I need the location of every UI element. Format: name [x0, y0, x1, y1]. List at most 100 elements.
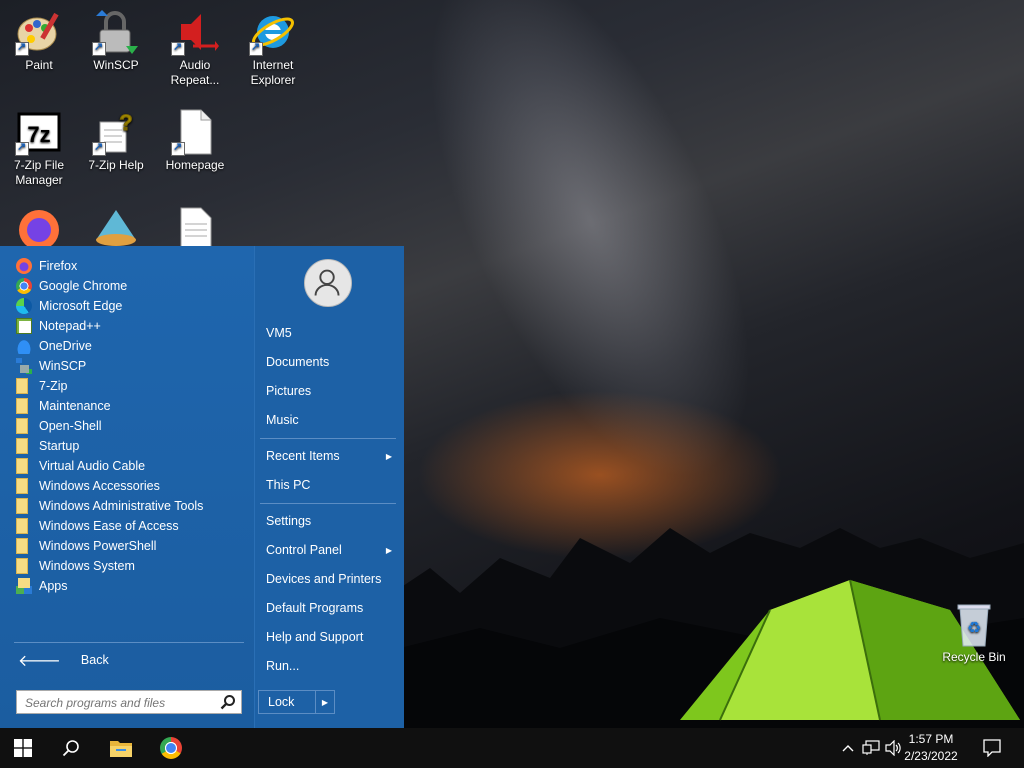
program-folder-windows-powershell[interactable]: Windows PowerShell: [16, 536, 246, 556]
places-separator-1: [260, 438, 396, 439]
program-folder-windows-system[interactable]: Windows System: [16, 556, 246, 576]
program-folder-windows-administrative-tools[interactable]: Windows Administrative Tools: [16, 496, 246, 516]
shortcut-arrow-icon: [92, 40, 106, 56]
desktop-icon-audio-repeater[interactable]: Audio Repeat...: [157, 8, 233, 88]
user-avatar[interactable]: [304, 259, 352, 307]
desktop-icon-homepage[interactable]: Homepage: [157, 108, 233, 173]
notepadpp-icon: [16, 318, 32, 334]
programs-separator: [14, 642, 244, 643]
clock-date: 2/23/2022: [904, 749, 958, 763]
show-hidden-icons-button[interactable]: [838, 738, 858, 758]
user-icon: [314, 269, 340, 296]
chrome-icon: [160, 737, 182, 759]
firefox-icon: [16, 258, 32, 274]
network-status-button[interactable]: [861, 738, 881, 758]
menu-item-pictures[interactable]: Pictures: [266, 381, 396, 401]
menu-item-run[interactable]: Run...: [266, 656, 396, 676]
action-center-button[interactable]: [981, 738, 1003, 758]
program-onedrive[interactable]: OneDrive: [16, 336, 246, 356]
program-winscp[interactable]: WinSCP: [16, 356, 246, 376]
program-google-chrome[interactable]: Google Chrome: [16, 276, 246, 296]
search-box[interactable]: [16, 690, 242, 714]
windows-logo-icon: [14, 739, 32, 757]
desktop-icon-7zip[interactable]: 7z 7-Zip File Manager: [1, 108, 77, 188]
folder-icon: [16, 518, 28, 534]
chevron-right-icon: ▶: [321, 697, 329, 707]
search-icon: [62, 740, 79, 757]
shutdown-options-button[interactable]: ▶: [315, 690, 335, 714]
shortcut-arrow-icon: [171, 40, 185, 56]
shortcut-arrow-icon: [171, 140, 185, 156]
svg-text:7z: 7z: [27, 122, 50, 147]
svg-text:?: ?: [119, 110, 132, 135]
notification-icon: [983, 739, 1001, 757]
taskbar-google-chrome[interactable]: [148, 728, 194, 768]
svg-text:♻: ♻: [967, 618, 981, 637]
program-folder-windows-accessories[interactable]: Windows Accessories: [16, 476, 246, 496]
taskbar-clock[interactable]: 1:57 PM 2/23/2022: [896, 731, 966, 765]
menu-item-settings[interactable]: Settings: [266, 511, 396, 531]
folder-icon: [16, 418, 28, 434]
menu-item-default-programs[interactable]: Default Programs: [266, 598, 396, 618]
folder-icon: [16, 378, 28, 394]
lock-button[interactable]: Lock: [258, 690, 316, 714]
menu-item-devices-and-printers[interactable]: Devices and Printers: [266, 569, 396, 589]
folder-icon: [16, 478, 28, 494]
start-button[interactable]: [0, 728, 46, 768]
shortcut-arrow-icon: [249, 40, 263, 56]
menu-item-help-and-support[interactable]: Help and Support: [266, 627, 396, 647]
shortcut-arrow-icon: [15, 140, 29, 156]
clock-time: 1:57 PM: [908, 732, 954, 746]
folder-icon: [16, 438, 28, 454]
menu-item-documents[interactable]: Documents: [266, 352, 396, 372]
program-folder-windows-ease-of-access[interactable]: Windows Ease of Access: [16, 516, 246, 536]
onedrive-icon: [16, 338, 32, 354]
search-input[interactable]: [23, 693, 217, 713]
menu-item-this-pc[interactable]: This PC: [266, 475, 396, 495]
taskbar-search-button[interactable]: [48, 728, 94, 768]
program-firefox[interactable]: Firefox: [16, 256, 246, 276]
program-notepadpp[interactable]: Notepad++: [16, 316, 246, 336]
back-button[interactable]: 🡐 Back: [18, 650, 109, 670]
taskbar: 1:57 PM 2/23/2022: [0, 728, 1024, 768]
desktop-icon-recycle-bin[interactable]: ♻ Recycle Bin: [936, 600, 1012, 665]
edge-icon: [16, 298, 32, 314]
desktop-icon-winscp[interactable]: WinSCP: [78, 8, 154, 73]
firefox-icon: [19, 210, 59, 250]
program-folder-7zip[interactable]: 7-Zip: [16, 376, 246, 396]
folder-icon: [16, 558, 28, 574]
submenu-arrow-icon: ▶: [385, 451, 392, 461]
submenu-arrow-icon: ▶: [385, 545, 392, 555]
milky-way: [362, 0, 818, 525]
desktop-icon-internet-explorer[interactable]: Internet Explorer: [235, 8, 311, 88]
file-explorer-icon: [110, 741, 132, 757]
folder-icon: [16, 498, 28, 514]
desktop-icon-paint[interactable]: Paint: [1, 8, 77, 73]
program-folder-startup[interactable]: Startup: [16, 436, 246, 456]
menu-item-vm5[interactable]: VM5: [266, 323, 396, 343]
recycle-bin-icon: ♻: [957, 604, 991, 647]
search-icon: [220, 695, 235, 710]
program-apps[interactable]: Apps: [16, 576, 246, 596]
menu-item-control-panel[interactable]: Control Panel ▶: [266, 540, 396, 560]
shortcut-arrow-icon: [15, 40, 29, 56]
winscp-icon: [16, 358, 32, 374]
folder-icon: [16, 538, 28, 554]
taskbar-file-explorer[interactable]: [98, 728, 144, 768]
program-microsoft-edge[interactable]: Microsoft Edge: [16, 296, 246, 316]
network-icon: [862, 740, 880, 755]
shortcut-arrow-icon: [92, 140, 106, 156]
chevron-up-icon: [842, 745, 854, 752]
shell-icon: [96, 210, 136, 246]
program-folder-open-shell[interactable]: Open-Shell: [16, 416, 246, 436]
program-folder-virtual-audio-cable[interactable]: Virtual Audio Cable: [16, 456, 246, 476]
folder-icon: [16, 398, 28, 414]
apps-icon: [16, 578, 32, 594]
chrome-icon: [16, 278, 32, 294]
menu-item-recent-items[interactable]: Recent Items ▶: [266, 446, 396, 466]
menu-item-music[interactable]: Music: [266, 410, 396, 430]
desktop-icon-7zip-help[interactable]: ? 7-Zip Help: [78, 108, 154, 173]
text-document-icon: [180, 207, 212, 253]
program-folder-maintenance[interactable]: Maintenance: [16, 396, 246, 416]
places-separator-2: [260, 503, 396, 504]
